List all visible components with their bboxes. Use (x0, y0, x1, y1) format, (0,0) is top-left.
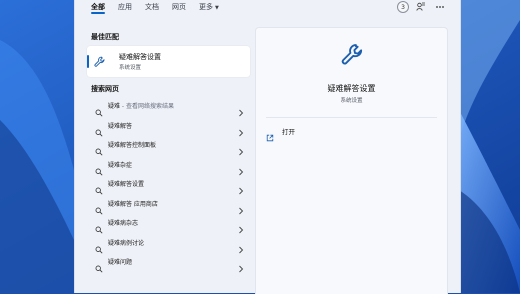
wrench-icon (339, 41, 367, 69)
best-match-heading: 最佳匹配 (91, 33, 119, 41)
open-action-label: 打开 (282, 128, 295, 136)
chevron-right-icon (238, 161, 244, 175)
best-match-title: 疑难解答设置 (119, 53, 161, 61)
best-match-result[interactable]: 疑难解答设置 系统设置 (87, 46, 250, 77)
result-preview-pane: 疑难解答设置 系统设置 打开 (255, 27, 448, 294)
search-panel: 全部 应用 文档 网页 更多 ▼ 3 最佳匹配 疑难解答设置 系统设置 搜索网页… (74, 0, 461, 294)
web-search-item[interactable]: 疑难杂症 (87, 155, 250, 175)
web-search-item[interactable]: 疑难解答 应用商店 (87, 194, 250, 214)
web-search-item[interactable]: 疑难病例讨论 (87, 233, 250, 253)
open-external-icon (266, 127, 274, 142)
chevron-right-icon (238, 219, 244, 234)
web-search-query: 疑难杂症 (108, 161, 133, 169)
wrench-icon (93, 54, 107, 68)
search-icon (95, 141, 103, 156)
web-search-list: 疑难 - 查看网络搜索结果 疑难解答 疑难解答控制面板 疑难杂症 疑难解答设置 … (87, 96, 250, 273)
more-options-button[interactable] (435, 0, 445, 14)
best-match-subtitle: 系统设置 (119, 65, 142, 71)
account-switch-icon (416, 2, 426, 12)
chevron-right-icon (238, 141, 244, 156)
chevron-right-icon (238, 122, 244, 136)
tab-more[interactable]: 更多 ▼ (199, 0, 219, 15)
chevron-right-icon (238, 258, 244, 273)
web-search-query: 疑难病例讨论 (108, 239, 145, 247)
open-action[interactable]: 打开 (266, 126, 295, 142)
tab-apps[interactable]: 应用 (118, 0, 132, 14)
divider (266, 117, 437, 118)
web-search-query: 疑难问题 (108, 259, 133, 267)
chevron-right-icon (238, 102, 244, 117)
preview-subtitle: 系统设置 (340, 98, 363, 104)
search-icon (95, 161, 103, 175)
web-search-item[interactable]: 疑难解答设置 (87, 174, 250, 195)
search-icon (95, 219, 103, 234)
chevron-right-icon (238, 239, 244, 253)
web-search-query: 疑难病杂志 (108, 220, 139, 228)
search-tabs: 全部 应用 文档 网页 更多 ▼ (91, 0, 232, 14)
web-search-query: 疑难解答 (108, 122, 133, 130)
search-icon (95, 200, 103, 214)
selection-indicator (87, 55, 89, 68)
more-horizontal-icon (435, 2, 445, 12)
web-search-item[interactable]: 疑难解答 (87, 116, 250, 136)
search-icon (95, 239, 103, 253)
chevron-right-icon (238, 180, 244, 195)
account-button[interactable] (416, 0, 426, 14)
tab-all[interactable]: 全部 (91, 0, 105, 14)
web-search-item[interactable]: 疑难病杂志 (87, 213, 250, 234)
web-search-query: 疑难 - 查看网络搜索结果 (108, 103, 174, 111)
search-icon (95, 102, 103, 117)
tab-web[interactable]: 网页 (172, 0, 186, 14)
chevron-down-icon: ▼ (215, 4, 219, 11)
tab-documents[interactable]: 文档 (145, 0, 159, 14)
web-search-heading: 搜索网页 (91, 85, 119, 93)
web-search-query: 疑难解答 应用商店 (108, 200, 158, 208)
search-icon (95, 258, 103, 273)
web-search-item[interactable]: 疑难解答控制面板 (87, 135, 250, 156)
web-search-query: 疑难解答设置 (108, 181, 145, 189)
web-search-item[interactable]: 疑难 - 查看网络搜索结果 (87, 96, 250, 117)
search-icon (95, 122, 103, 136)
search-icon (95, 180, 103, 195)
rewards-badge[interactable]: 3 (397, 0, 409, 14)
preview-title: 疑难解答设置 (327, 84, 376, 93)
points-badge: 3 (397, 1, 409, 13)
web-search-item[interactable]: 疑难问题 (87, 252, 250, 273)
web-search-query: 疑难解答控制面板 (108, 142, 157, 150)
chevron-right-icon (238, 200, 244, 214)
